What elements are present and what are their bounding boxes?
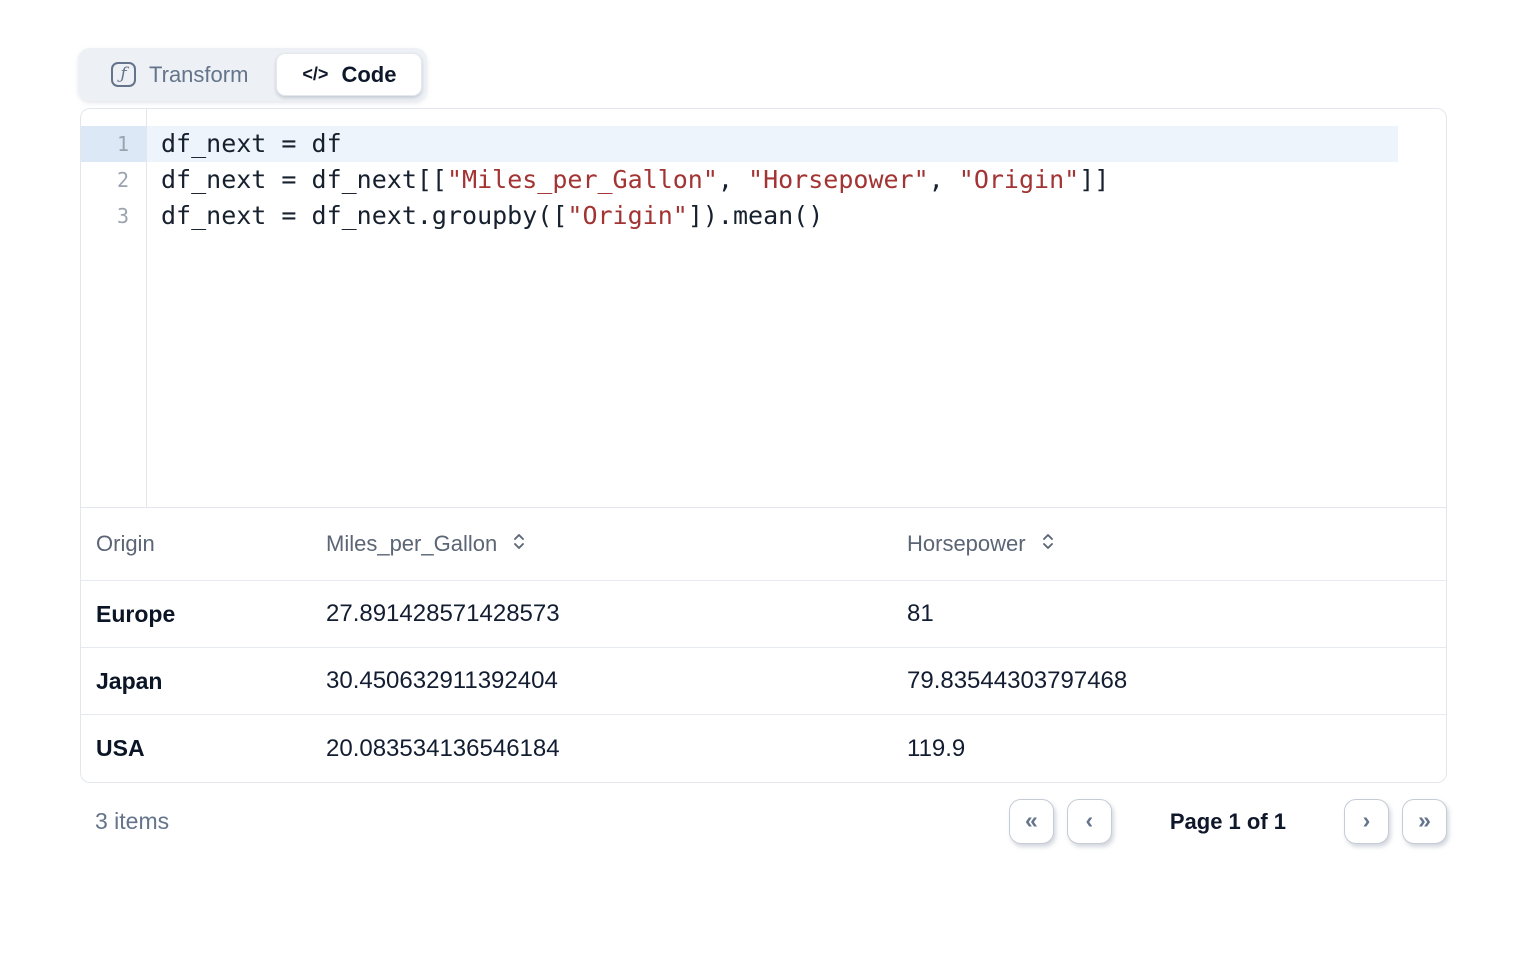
- column-header-miles_per_gallon[interactable]: Miles_per_Gallon: [326, 531, 907, 557]
- tab-transform-label: Transform: [149, 62, 248, 88]
- cell-horsepower: 119.9: [907, 735, 1446, 763]
- next-page-button[interactable]: ›: [1344, 799, 1389, 844]
- code-segment: ]]: [1079, 165, 1109, 194]
- result-table: OriginMiles_per_GallonHorsepower Europe2…: [80, 508, 1447, 783]
- string-literal: "Origin": [959, 165, 1079, 194]
- table-row: Europe27.89142857142857381: [81, 581, 1446, 648]
- table-footer: 3 items « ‹ Page 1 of 1 › »: [80, 799, 1447, 844]
- function-icon: ƒ: [111, 62, 136, 87]
- table-header-row: Origin Miles_per_Gallon Horsepower: [81, 508, 1446, 581]
- items-count: 3 items: [95, 808, 169, 835]
- code-segment: df_next = df_next.groupby([: [161, 201, 567, 230]
- code-line: 1 df_next = df: [81, 126, 1446, 162]
- code-segment: df_next = df: [161, 129, 342, 158]
- cell-miles-per-gallon: 20.083534136546184: [326, 735, 907, 763]
- main-content: ƒ Transform </> Code 1df_next = df2df_ne…: [80, 48, 1447, 844]
- column-header-label: Miles_per_Gallon: [326, 531, 497, 557]
- cell-miles-per-gallon: 30.450632911392404: [326, 667, 907, 695]
- code-segment: ,: [718, 165, 748, 194]
- code-segment: ,: [929, 165, 959, 194]
- gutter-divider: [146, 109, 147, 507]
- string-literal: "Miles_per_Gallon": [447, 165, 718, 194]
- sort-icon: [512, 531, 526, 557]
- string-literal: "Origin": [567, 201, 687, 230]
- previous-page-button[interactable]: ‹: [1067, 799, 1112, 844]
- first-page-button[interactable]: «: [1009, 799, 1054, 844]
- code-text: df_next = df: [146, 126, 1398, 162]
- last-page-button[interactable]: »: [1402, 799, 1447, 844]
- code-segment: ]).mean(): [688, 201, 823, 230]
- tab-code[interactable]: </> Code: [276, 53, 422, 96]
- code-line: 3df_next = df_next.groupby(["Origin"]).m…: [81, 198, 1446, 234]
- tab-code-label: Code: [341, 62, 396, 88]
- code-editor[interactable]: 1df_next = df2df_next = df_next[["Miles_…: [80, 108, 1447, 508]
- line-number: 2: [81, 162, 146, 198]
- column-header-label: Horsepower: [907, 531, 1026, 557]
- sort-icon: [1041, 531, 1055, 557]
- string-literal: "Horsepower": [748, 165, 929, 194]
- cell-origin: Europe: [96, 601, 326, 628]
- code-segment: df_next = df_next[[: [161, 165, 447, 194]
- cell-origin: USA: [96, 735, 326, 762]
- table-row: USA20.083534136546184119.9: [81, 715, 1446, 782]
- cell-horsepower: 79.83544303797468: [907, 667, 1446, 695]
- column-header-label: Origin: [96, 531, 155, 557]
- column-header-horsepower[interactable]: Horsepower: [907, 531, 1446, 557]
- cell-origin: Japan: [96, 668, 326, 695]
- cell-horsepower: 81: [907, 600, 1446, 628]
- cell-miles-per-gallon: 27.891428571428573: [326, 600, 907, 628]
- line-number: 3: [81, 198, 146, 234]
- code-lines: 1df_next = df2df_next = df_next[["Miles_…: [81, 126, 1446, 234]
- code-text: df_next = df_next.groupby(["Origin"]).me…: [146, 198, 1398, 234]
- column-header-origin: Origin: [96, 531, 326, 557]
- view-toggle: ƒ Transform </> Code: [78, 48, 427, 101]
- code-text: df_next = df_next[["Miles_per_Gallon", "…: [146, 162, 1398, 198]
- code-line: 2df_next = df_next[["Miles_per_Gallon", …: [81, 162, 1446, 198]
- page-indicator: Page 1 of 1: [1170, 809, 1286, 835]
- line-number: 1: [81, 126, 146, 162]
- pagination: « ‹ Page 1 of 1 › »: [1009, 799, 1447, 844]
- table-row: Japan30.45063291139240479.83544303797468: [81, 648, 1446, 715]
- code-icon: </>: [302, 64, 328, 85]
- tab-transform[interactable]: ƒ Transform: [83, 53, 276, 96]
- table-body: Europe27.89142857142857381Japan30.450632…: [81, 581, 1446, 782]
